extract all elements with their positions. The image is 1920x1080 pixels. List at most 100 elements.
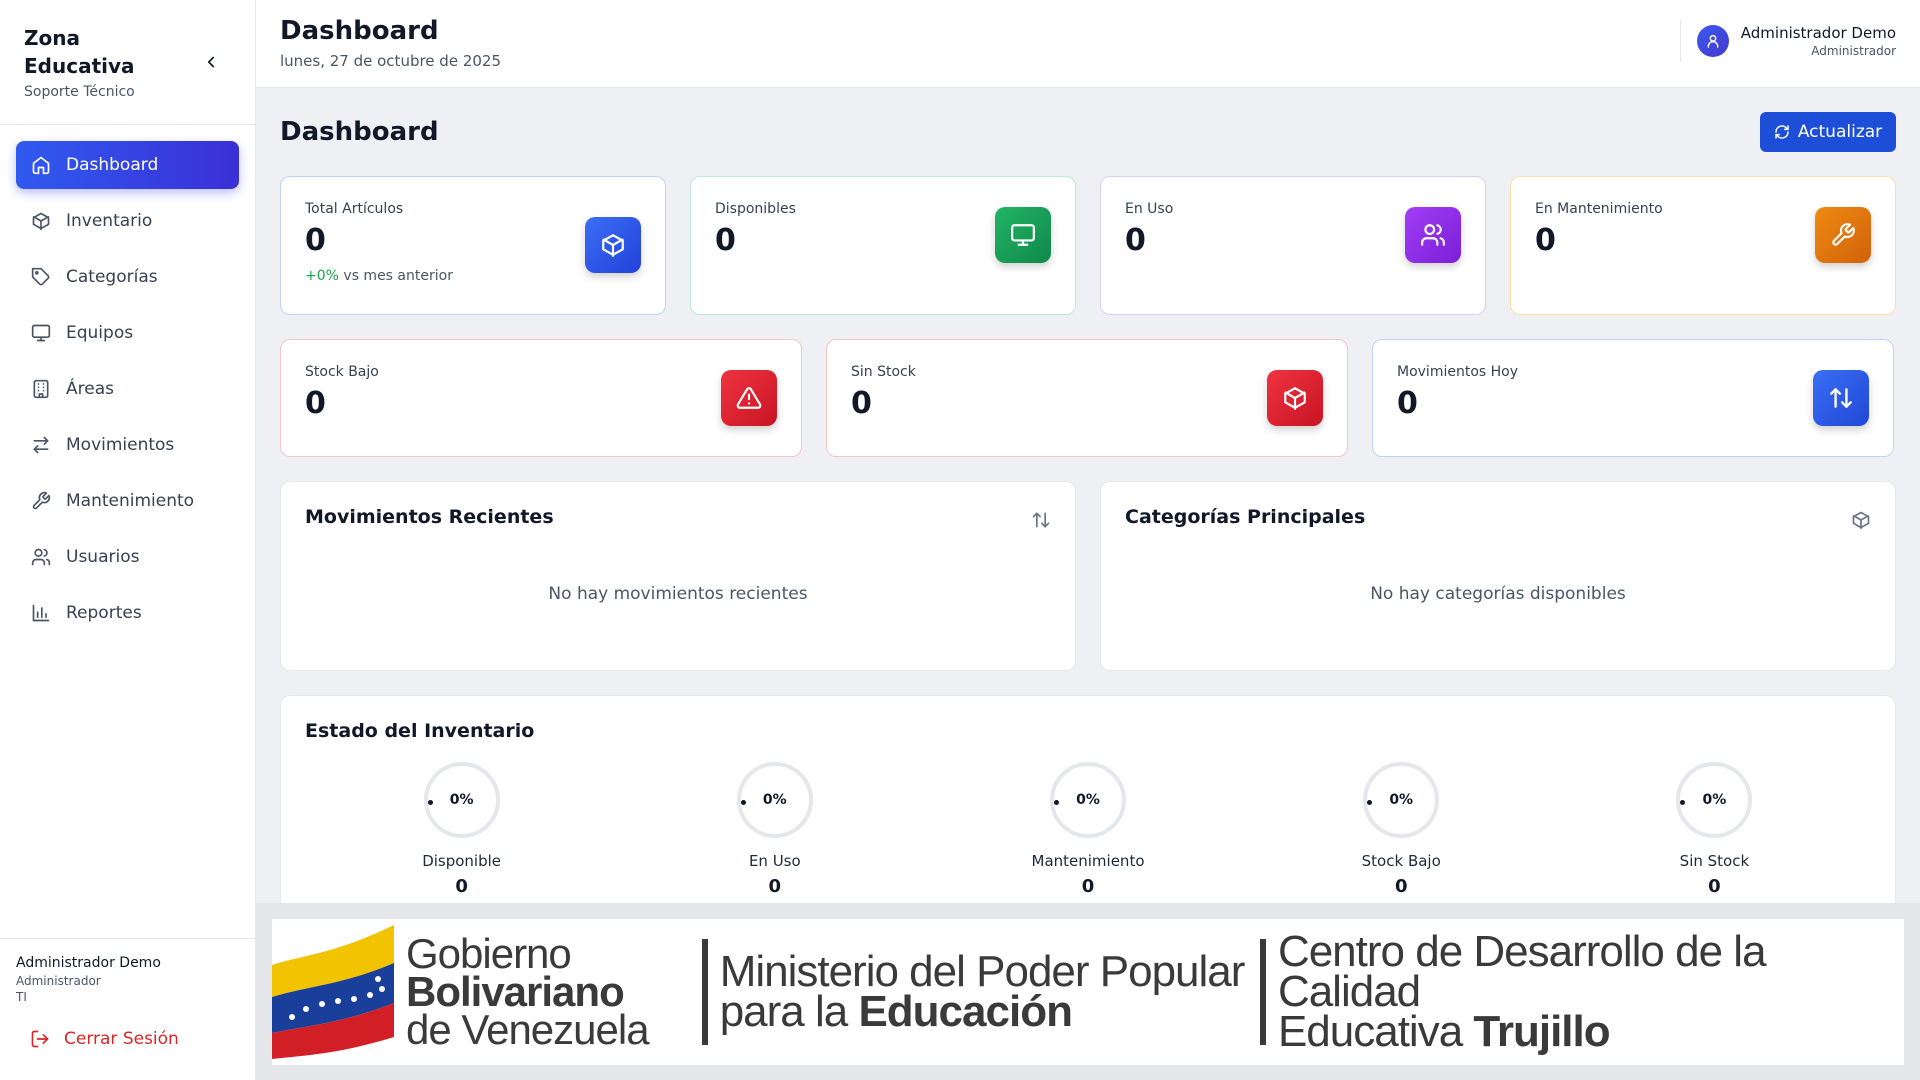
sidebar-item-dashboard[interactable]: Dashboard <box>16 141 239 189</box>
package-icon <box>1267 370 1323 426</box>
stat-label: Stock Bajo <box>305 364 379 380</box>
panel-title: Categorías Principales <box>1125 506 1366 528</box>
page-title: Dashboard <box>280 117 439 147</box>
ring-marker <box>1054 800 1059 805</box>
package-icon <box>1851 510 1871 530</box>
wrench-icon <box>30 490 52 512</box>
banner-text: Trujillo <box>1473 1007 1610 1056</box>
sidebar-item-label: Movimientos <box>66 435 175 455</box>
sidebar-item-label: Mantenimiento <box>66 491 195 511</box>
stat-value: 0 <box>851 386 872 421</box>
ring-percent: 0% <box>1076 792 1100 808</box>
banner-text: Educativa <box>1277 1007 1474 1056</box>
stat-delta-text: vs mes anterior <box>338 268 453 284</box>
logout-button[interactable]: Cerrar Sesión <box>16 1028 240 1050</box>
sidebar-item-reportes[interactable]: Reportes <box>16 589 239 637</box>
stat-card-total-articulos: Total Artículos 0 +0% vs mes anterior <box>280 176 666 315</box>
ring-percent: 0% <box>1702 792 1727 808</box>
banner-text: Centro de Desarrollo de la Calidad <box>1277 927 1767 1016</box>
sidebar-user-area: TI <box>16 990 27 1004</box>
sidebar-brand: Zona Educativa Soporte Técnico <box>0 0 255 125</box>
sidebar-footer: Administrador Demo Administrador TI Cerr… <box>0 938 256 1080</box>
empty-state: No hay movimientos recientes <box>548 584 808 604</box>
page-head: Dashboard Actualizar <box>280 88 1896 176</box>
panel-title: Estado del Inventario <box>305 720 535 742</box>
panel-title: Movimientos Recientes <box>305 506 554 528</box>
refresh-icon <box>1774 124 1790 140</box>
progress-ring: 0% <box>1050 762 1126 838</box>
sidebar-item-categorias[interactable]: Categorías <box>16 253 239 301</box>
brand-subtitle: Soporte Técnico <box>24 84 135 100</box>
status-label: Sin Stock <box>1679 852 1750 870</box>
banner-text: de Venezuela <box>406 1006 650 1053</box>
status-value: 0 <box>768 876 782 897</box>
inventory-status-mantenimiento: 0% Mantenimiento 0 <box>931 762 1244 897</box>
ministerio-logo-text: Ministerio del Poder Popular para la Edu… <box>719 947 1248 1034</box>
sidebar-item-label: Reportes <box>66 603 142 623</box>
stats-row-primary: Total Artículos 0 +0% vs mes anterior Di… <box>280 176 1896 315</box>
sidebar-item-label: Equipos <box>66 323 134 343</box>
sidebar-item-movimientos[interactable]: Movimientos <box>16 421 239 469</box>
users-icon <box>30 546 52 568</box>
inventory-status-grid: 0% Disponible 0 0% En Uso 0 0% Mantenimi… <box>305 762 1871 897</box>
main-content: Dashboard Actualizar Total Artículos 0 +… <box>256 88 1920 903</box>
banner-text: para la <box>719 987 859 1036</box>
refresh-label: Actualizar <box>1797 122 1883 142</box>
building-icon <box>30 378 52 400</box>
status-label: Mantenimiento <box>1031 852 1145 870</box>
panels-row: Movimientos Recientes No hay movimientos… <box>280 481 1896 671</box>
inventory-status-disponible: 0% Disponible 0 <box>305 762 618 897</box>
stat-card-disponibles: Disponibles 0 <box>690 176 1076 315</box>
inventory-status-panel: Estado del Inventario 0% Disponible 0 0%… <box>280 695 1896 903</box>
banner-text: Ministerio del Poder Popular <box>719 947 1246 996</box>
avatar <box>1696 25 1729 57</box>
institutional-banner-area: Gobierno Bolivariano de Venezuela Minist… <box>256 903 1920 1080</box>
refresh-button[interactable]: Actualizar <box>1760 112 1896 152</box>
header-user-name: Administrador Demo <box>1740 24 1896 42</box>
empty-state: No hay categorías disponibles <box>1370 584 1626 604</box>
stat-label: Movimientos Hoy <box>1397 364 1519 380</box>
stat-card-en-mantenimiento: En Mantenimiento 0 <box>1510 176 1896 315</box>
banner-text: Educación <box>858 987 1072 1036</box>
centro-logo-text: Centro de Desarrollo de la Calidad Educa… <box>1277 927 1904 1054</box>
stat-delta-value: +0% <box>305 268 339 284</box>
banner-divider <box>1259 939 1266 1045</box>
wrench-icon <box>1815 207 1871 263</box>
home-icon <box>30 154 52 176</box>
arrows-up-down-icon <box>1031 510 1051 530</box>
sidebar-item-usuarios[interactable]: Usuarios <box>16 533 239 581</box>
package-icon <box>30 210 52 232</box>
stat-card-en-uso: En Uso 0 <box>1100 176 1486 315</box>
status-label: En Uso <box>748 852 801 870</box>
stat-card-sin-stock: Sin Stock 0 <box>826 339 1348 457</box>
sidebar-item-areas[interactable]: Áreas <box>16 365 239 413</box>
institutional-banner: Gobierno Bolivariano de Venezuela Minist… <box>272 919 1904 1065</box>
chevron-left-icon <box>207 56 215 68</box>
top-categories-panel: Categorías Principales No hay categorías… <box>1100 481 1896 671</box>
ring-percent: 0% <box>1389 792 1414 808</box>
sidebar-item-label: Dashboard <box>66 155 159 175</box>
stat-value: 0 <box>305 386 326 421</box>
status-value: 0 <box>1081 876 1095 897</box>
header-date: lunes, 27 de octubre de 2025 <box>280 52 501 70</box>
sidebar-item-equipos[interactable]: Equipos <box>16 309 239 357</box>
sidebar-item-label: Categorías <box>66 267 158 287</box>
venezuela-flag-icon <box>272 925 394 1059</box>
progress-ring: 0% <box>1363 762 1440 838</box>
inventory-status-sin-stock: 0% Sin Stock 0 <box>1558 762 1871 897</box>
status-label: Stock Bajo <box>1361 852 1441 870</box>
sidebar-item-mantenimiento[interactable]: Mantenimiento <box>16 477 239 525</box>
package-icon <box>585 217 641 273</box>
arrows-up-down-icon <box>1813 370 1869 426</box>
sidebar-user-role: Administrador <box>16 974 101 988</box>
stat-value: 0 <box>1397 386 1418 421</box>
status-label: Disponible <box>422 852 502 870</box>
alert-triangle-icon <box>721 370 777 426</box>
user-menu[interactable]: Administrador Demo Administrador <box>1679 20 1896 62</box>
sidebar-item-inventario[interactable]: Inventario <box>16 197 239 245</box>
stat-card-movimientos-hoy: Movimientos Hoy 0 <box>1372 339 1894 457</box>
sidebar: Zona Educativa Soporte Técnico Dashboard… <box>0 0 256 1080</box>
monitor-icon <box>995 207 1051 263</box>
collapse-sidebar-button[interactable] <box>199 50 223 74</box>
sidebar-user-name: Administrador Demo <box>16 955 161 971</box>
